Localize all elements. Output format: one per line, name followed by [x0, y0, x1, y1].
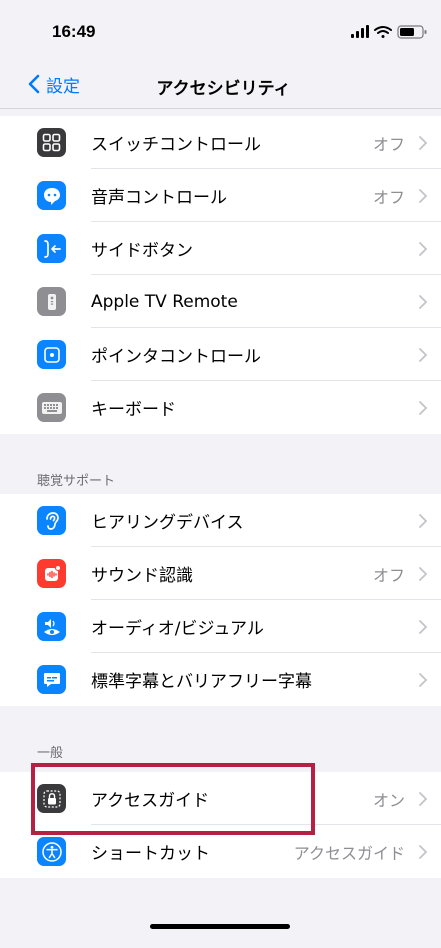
list-item[interactable]: スイッチコントロール オフ [0, 116, 441, 169]
list-item-label: ポインタコントロール [91, 347, 261, 367]
list-item[interactable]: サウンド認識 オフ [0, 547, 441, 600]
list-item-value: オフ [372, 565, 405, 585]
list-item[interactable]: 標準字幕とバリアフリー字幕 [0, 653, 441, 706]
chevron-right-icon [419, 672, 428, 687]
chevron-right-icon [419, 241, 428, 256]
home-indicator [150, 924, 290, 929]
list-item-value: オン [372, 790, 405, 810]
keyboard-icon [37, 393, 66, 422]
battery-icon [397, 25, 427, 39]
list-item[interactable]: ヒアリングデバイス [0, 494, 441, 547]
list-item-label: ショートカット [91, 844, 210, 864]
chevron-right-icon [419, 347, 428, 362]
section-header-general: 一般 [37, 746, 64, 761]
interaction-group: スイッチコントロール オフ 音声コントロール オフ サイドボタン Apple T… [0, 116, 441, 434]
list-item-label: Apple TV Remote [91, 291, 238, 312]
list-item[interactable]: キーボード [0, 381, 441, 434]
status-bar: 16:49 [0, 0, 441, 62]
chevron-right-icon [419, 619, 428, 634]
chevron-right-icon [419, 400, 428, 415]
switch-control-icon [37, 128, 66, 157]
list-item-label: サウンド認識 [91, 566, 193, 586]
chevron-right-icon [419, 188, 428, 203]
chevron-right-icon [419, 294, 428, 309]
list-item[interactable]: Apple TV Remote [0, 275, 441, 328]
section-header-hearing: 聴覚サポート [37, 474, 116, 489]
remote-icon [37, 287, 66, 316]
chevron-right-icon [419, 791, 428, 806]
cellular-signal-icon [351, 25, 369, 38]
subtitles-icon [37, 665, 66, 694]
list-item[interactable]: ポインタコントロール [0, 328, 441, 381]
accessibility-shortcut-icon [37, 837, 66, 866]
chevron-right-icon [419, 844, 428, 859]
wifi-icon [374, 26, 392, 38]
chevron-right-icon [419, 513, 428, 528]
page-title: アクセシビリティ [156, 79, 291, 99]
list-item-label: キーボード [91, 400, 176, 420]
pointer-control-icon [37, 340, 66, 369]
status-time: 16:49 [52, 22, 96, 41]
hearing-group: ヒアリングデバイス サウンド認識 オフ オーディオ/ビジュアル 標準字幕とバリア… [0, 494, 441, 706]
list-item-value: オフ [372, 134, 405, 154]
list-item-value: アクセスガイド [293, 843, 405, 863]
side-button-icon [37, 234, 66, 263]
chevron-right-icon [419, 135, 428, 150]
list-item-label: スイッチコントロール [91, 135, 261, 155]
chevron-right-icon [419, 566, 428, 581]
audio-visual-icon [37, 612, 66, 641]
list-item[interactable]: 音声コントロール オフ [0, 169, 441, 222]
navigation-bar: 設定 アクセシビリティ [0, 62, 441, 106]
list-item-label: 標準字幕とバリアフリー字幕 [91, 672, 312, 692]
list-item-value: オフ [372, 187, 405, 207]
list-item-label: 音声コントロール [91, 188, 227, 208]
list-item[interactable]: サイドボタン [0, 222, 441, 275]
voice-control-icon [37, 181, 66, 210]
list-item-label: オーディオ/ビジュアル [91, 619, 264, 639]
ear-icon [37, 506, 66, 535]
list-item-label: ヒアリングデバイス [91, 513, 244, 533]
list-item-label: サイドボタン [91, 241, 193, 261]
highlight-annotation-box [31, 763, 315, 835]
list-item[interactable]: オーディオ/ビジュアル [0, 600, 441, 653]
sound-recognition-icon [37, 559, 66, 588]
status-icons [351, 24, 429, 39]
nav-divider [0, 108, 441, 109]
